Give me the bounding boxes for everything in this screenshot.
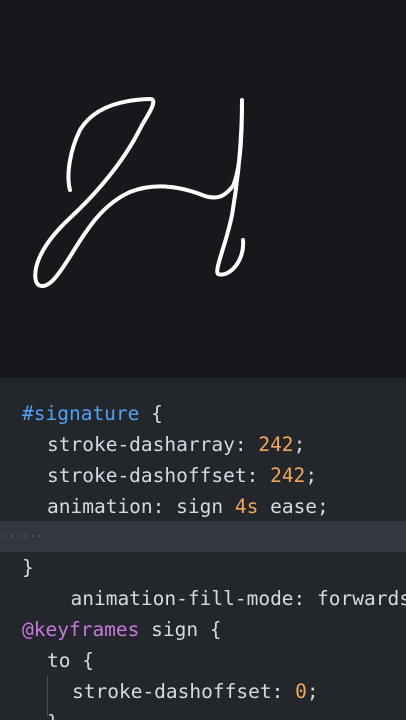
code-token: 4s — [234, 495, 259, 518]
code-token: stroke-dasharray — [47, 433, 235, 456]
code-line: #signature { — [0, 398, 406, 429]
code-token: : — [271, 680, 296, 703]
code-token: ; — [305, 464, 318, 487]
code-line: stroke-dashoffset: 0; — [0, 676, 406, 707]
animation-preview — [0, 0, 406, 378]
code-line-active[interactable]: animation-fill-mode: forwards — [0, 521, 406, 610]
signature-path — [33, 97, 246, 288]
code-token: animation — [47, 495, 153, 518]
code-token: 242 — [270, 464, 306, 487]
code-token: { — [139, 402, 163, 425]
signature-svg — [33, 97, 246, 288]
code-token: : — [234, 433, 259, 456]
code-line: to { — [0, 645, 406, 676]
code-token: 0 — [295, 680, 307, 703]
whitespace-dots — [0, 521, 47, 552]
code-token: @keyframes — [22, 618, 140, 641]
code-line: stroke-dashoffset: 242; — [0, 460, 406, 491]
code-token: } — [22, 556, 34, 579]
code-token: #signature — [22, 402, 140, 425]
code-token: : sign — [152, 495, 235, 518]
code-token: } — [47, 711, 59, 720]
code-token: : — [246, 464, 271, 487]
code-token: stroke-dashoffset — [47, 464, 247, 487]
code-line: stroke-dasharray: 242; — [0, 429, 406, 460]
code-token: ; — [293, 433, 306, 456]
code-line: @keyframes sign { — [0, 614, 406, 645]
indent-guide — [47, 676, 48, 716]
code-token: sign { — [139, 618, 222, 641]
code-editor: #signature { stroke-dasharray: 242; stro… — [0, 378, 406, 720]
code-token: to { — [47, 649, 94, 672]
code-token: ease; — [258, 495, 329, 518]
code-token: ; — [306, 680, 319, 703]
code-line: } — [0, 552, 406, 583]
code-line: } — [0, 707, 406, 720]
code-token: stroke-dashoffset — [72, 680, 272, 703]
code-line: animation: sign 4s ease; — [0, 491, 406, 522]
code-token: 242 — [258, 433, 294, 456]
